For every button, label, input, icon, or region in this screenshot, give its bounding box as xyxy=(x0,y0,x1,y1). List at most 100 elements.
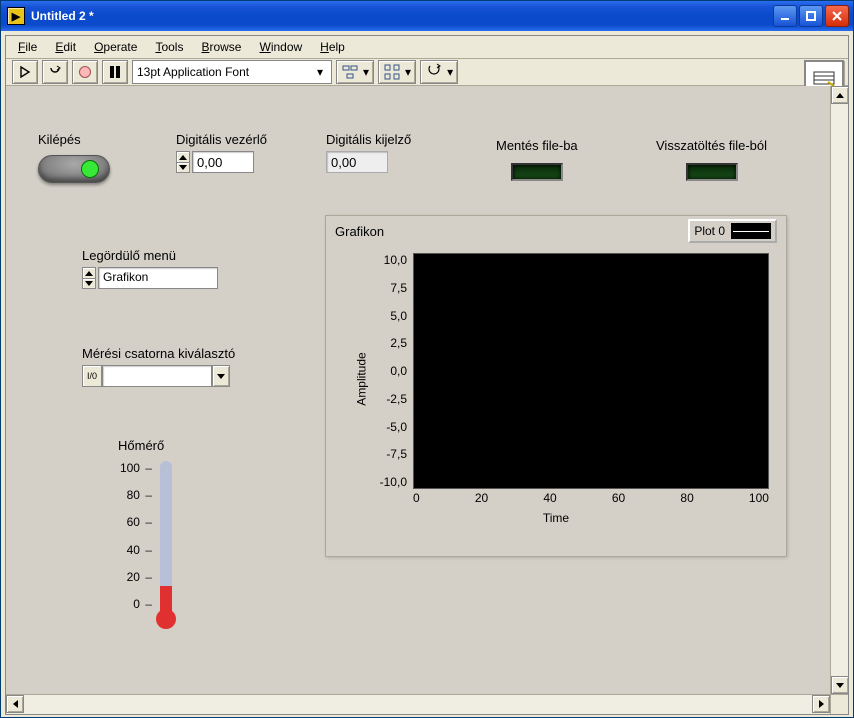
legend-line-icon xyxy=(731,223,771,239)
homero-group: Hőmérő 100 80 60 40 20 0 xyxy=(118,438,198,629)
legordulo-spinner[interactable] xyxy=(82,267,96,289)
plot-legend[interactable]: Plot 0 xyxy=(688,219,777,243)
visszatoltes-group: Visszatöltés file-ból xyxy=(656,138,767,181)
scroll-left-button[interactable] xyxy=(6,695,24,713)
menu-browse[interactable]: Browse xyxy=(193,38,249,56)
vertical-scrollbar[interactable] xyxy=(830,86,848,694)
pause-button[interactable] xyxy=(102,60,128,84)
thermometer-graphic: 100 80 60 40 20 0 xyxy=(118,461,198,629)
x-tick: 20 xyxy=(475,491,488,509)
font-selector[interactable]: 13pt Application Font ▾ xyxy=(132,60,332,84)
waveform-graph: Grafikon Plot 0 Amplitude 10,0 7,5 5,0 2… xyxy=(326,216,786,556)
scale-tick: 0 xyxy=(118,597,152,611)
legordulo-label: Legördülő menü xyxy=(82,248,176,263)
y-tick: -2,5 xyxy=(363,392,407,406)
x-tick: 80 xyxy=(680,491,693,509)
switch-knob-icon xyxy=(81,160,99,178)
menubar: File Edit Operate Tools Browse Window He… xyxy=(6,36,848,58)
scroll-down-button[interactable] xyxy=(831,676,848,694)
menu-operate[interactable]: Operate xyxy=(86,38,145,56)
align-objects-button[interactable]: ▾ xyxy=(336,60,374,84)
pause-icon xyxy=(110,66,120,78)
mentes-led-button[interactable] xyxy=(511,163,563,181)
thermometer-scale: 100 80 60 40 20 0 xyxy=(118,461,152,611)
menu-tools[interactable]: Tools xyxy=(147,38,191,56)
y-tick: 7,5 xyxy=(363,281,407,295)
maximize-button[interactable] xyxy=(799,5,823,27)
run-continuous-button[interactable] xyxy=(42,60,68,84)
digital-indicator-label: Digitális kijelző xyxy=(326,132,411,147)
scale-tick: 80 xyxy=(118,488,152,502)
scroll-up-button[interactable] xyxy=(831,86,848,104)
scale-tick: 60 xyxy=(118,515,152,529)
chevron-down-icon: ▾ xyxy=(447,65,453,79)
chevron-down-icon xyxy=(217,374,225,379)
font-label: 13pt Application Font xyxy=(137,65,249,79)
y-tick: 5,0 xyxy=(363,309,407,323)
x-tick: 100 xyxy=(749,491,769,509)
app-icon: ▶ xyxy=(7,7,25,25)
graph-x-axis-label: Time xyxy=(327,511,785,525)
scale-tick: 40 xyxy=(118,543,152,557)
y-tick: 2,5 xyxy=(363,336,407,350)
scale-tick: 20 xyxy=(118,570,152,584)
window-title: Untitled 2 * xyxy=(31,9,773,23)
y-tick: -7,5 xyxy=(363,447,407,461)
x-tick: 40 xyxy=(543,491,556,509)
menu-help[interactable]: Help xyxy=(312,38,353,56)
scroll-track[interactable] xyxy=(24,695,812,714)
y-tick: 0,0 xyxy=(363,364,407,378)
toolbar: 13pt Application Font ▾ ▾ ▾ ▾ xyxy=(6,58,848,86)
x-tick: 60 xyxy=(612,491,625,509)
horizontal-scrollbar[interactable] xyxy=(6,694,830,714)
menu-edit[interactable]: Edit xyxy=(47,38,84,56)
chevron-down-icon: ▾ xyxy=(313,65,327,79)
decrement-button[interactable] xyxy=(82,278,96,289)
digital-control-group: Digitális vezérlő xyxy=(176,132,267,173)
scroll-track[interactable] xyxy=(831,104,848,676)
thermometer-fill xyxy=(160,586,172,611)
plot-legend-label: Plot 0 xyxy=(694,224,725,238)
plot-area[interactable] xyxy=(413,253,769,489)
visszatoltes-label: Visszatöltés file-ból xyxy=(656,138,767,153)
x-tick: 0 xyxy=(413,491,420,509)
meresi-label: Mérési csatorna kiválasztó xyxy=(82,346,235,361)
y-tick: -5,0 xyxy=(363,420,407,434)
digital-indicator-output xyxy=(326,151,388,173)
digital-control-label: Digitális vezérlő xyxy=(176,132,267,147)
graph-title: Grafikon xyxy=(335,224,384,239)
increment-button[interactable] xyxy=(82,267,96,278)
meresi-value[interactable] xyxy=(102,365,212,387)
menu-file[interactable]: File xyxy=(10,38,45,56)
chevron-down-icon: ▾ xyxy=(405,65,411,79)
meresi-group: Mérési csatorna kiválasztó I/0 xyxy=(82,346,235,387)
close-button[interactable] xyxy=(825,5,849,27)
scrollbar-corner xyxy=(830,694,848,714)
abort-button[interactable] xyxy=(72,60,98,84)
increment-button[interactable] xyxy=(176,151,190,162)
kilepes-control-group: Kilépés xyxy=(38,132,110,183)
visszatoltes-led-button[interactable] xyxy=(686,163,738,181)
kilepes-switch[interactable] xyxy=(38,155,110,183)
digital-control-spinner[interactable] xyxy=(176,151,190,173)
digital-control-input[interactable] xyxy=(192,151,254,173)
kilepes-label: Kilépés xyxy=(38,132,81,147)
legordulo-value[interactable]: Grafikon xyxy=(98,267,218,289)
homero-label: Hőmérő xyxy=(118,438,164,453)
distribute-objects-button[interactable]: ▾ xyxy=(378,60,416,84)
meresi-dropdown-button[interactable] xyxy=(212,365,230,387)
mentes-label: Mentés file-ba xyxy=(496,138,578,153)
reorder-button[interactable]: ▾ xyxy=(420,60,458,84)
record-icon xyxy=(79,66,91,78)
minimize-button[interactable] xyxy=(773,5,797,27)
menu-window[interactable]: Window xyxy=(251,38,310,56)
io-channel-icon: I/0 xyxy=(82,365,102,387)
y-tick: -10,0 xyxy=(363,475,407,489)
legordulo-group: Legördülő menü Grafikon xyxy=(82,248,218,289)
y-tick: 10,0 xyxy=(363,253,407,267)
digital-indicator-group: Digitális kijelző xyxy=(326,132,411,173)
scroll-right-button[interactable] xyxy=(812,695,830,713)
decrement-button[interactable] xyxy=(176,162,190,173)
scale-tick: 100 xyxy=(118,461,152,475)
run-button[interactable] xyxy=(12,60,38,84)
